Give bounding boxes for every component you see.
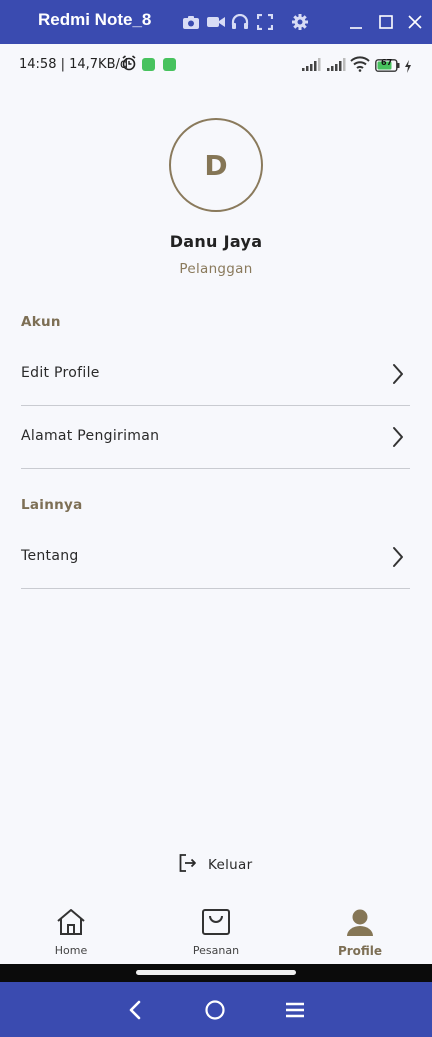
chevron-right-icon — [392, 426, 404, 452]
chevron-right-icon — [392, 363, 404, 389]
avatar-initial: D — [204, 148, 228, 182]
settings-icon[interactable] — [290, 12, 310, 32]
notification-app-icon — [163, 58, 176, 71]
nav-label-pesanan: Pesanan — [192, 944, 240, 957]
signal-icon — [326, 57, 346, 76]
home-circle-icon[interactable] — [203, 998, 227, 1022]
signal-icon — [301, 57, 321, 76]
bottom-navigation: Home Pesanan Profile — [0, 900, 432, 964]
menu-icon[interactable] — [283, 998, 307, 1022]
menu-item-label: Tentang — [21, 548, 79, 564]
emulator-title-bar: Redmi Note_8 — [0, 0, 432, 44]
window-title: Redmi Note_8 — [38, 10, 152, 29]
menu-item-label: Alamat Pengiriman — [21, 428, 160, 444]
system-navigation-bar — [0, 982, 432, 1037]
video-icon[interactable] — [206, 12, 226, 32]
nav-label-home: Home — [54, 944, 88, 957]
avatar: D — [169, 118, 263, 212]
charging-icon — [404, 58, 412, 77]
gesture-pill[interactable] — [136, 970, 296, 975]
close-icon[interactable] — [405, 12, 425, 32]
nav-label-profile: Profile — [337, 944, 383, 958]
user-name: Danu Jaya — [169, 232, 263, 251]
nav-item-profile[interactable]: Profile — [310, 908, 410, 958]
person-icon — [345, 908, 375, 940]
camera-icon[interactable] — [181, 12, 201, 32]
section-title-lainnya: Lainnya — [21, 497, 83, 513]
chevron-right-icon — [392, 546, 404, 572]
menu-item-edit-profile[interactable]: Edit Profile — [21, 343, 410, 406]
status-time-speed: 14:58 | 14,7KB/d — [19, 57, 129, 72]
status-bar: 14:58 | 14,7KB/d 67 — [0, 44, 432, 84]
headset-icon[interactable] — [230, 12, 250, 32]
nav-item-home[interactable]: Home — [21, 908, 121, 957]
logout-label: Keluar — [208, 857, 253, 873]
maximize-icon[interactable] — [376, 12, 396, 32]
alarm-icon — [121, 55, 137, 75]
nav-item-pesanan[interactable]: Pesanan — [166, 908, 266, 957]
back-icon[interactable] — [123, 998, 147, 1022]
menu-item-alamat-pengiriman[interactable]: Alamat Pengiriman — [21, 406, 410, 469]
menu-item-label: Edit Profile — [21, 365, 100, 381]
home-icon — [55, 908, 87, 940]
user-role: Pelanggan — [179, 261, 253, 277]
notification-app-icon — [142, 58, 155, 71]
shopping-bag-icon — [201, 908, 231, 940]
menu-item-tentang[interactable]: Tentang — [21, 526, 410, 589]
gesture-area — [0, 964, 432, 982]
fullscreen-icon[interactable] — [255, 12, 275, 32]
logout-button[interactable]: Keluar — [178, 854, 252, 876]
minimize-icon[interactable] — [346, 12, 366, 32]
battery-level: 67 — [381, 58, 393, 67]
logout-icon — [178, 853, 198, 877]
section-title-akun: Akun — [21, 314, 61, 330]
wifi-icon — [350, 56, 370, 76]
